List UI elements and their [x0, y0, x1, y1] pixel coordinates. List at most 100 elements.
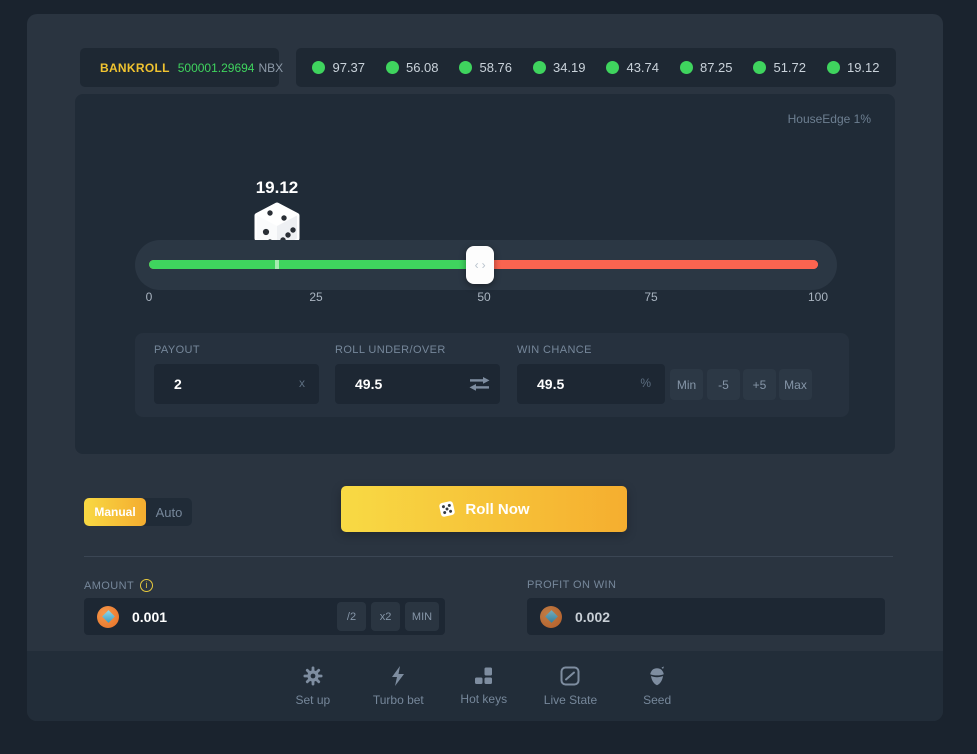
slider-lose-zone: [480, 260, 818, 269]
profit-label-row: PROFIT ON WIN: [527, 579, 616, 591]
win-chance-field: %: [517, 364, 665, 404]
roll-win-dot-icon: [753, 61, 766, 74]
roll-now-label: Roll Now: [465, 501, 529, 518]
chevron-right-icon: [479, 258, 486, 272]
roll-value: 43.74: [626, 60, 659, 75]
profit-on-win-value: 0.002: [575, 609, 610, 625]
last-result-value: 19.12: [256, 178, 299, 198]
footer-item-label: Hot keys: [460, 692, 507, 706]
coin-gem-icon: [102, 610, 115, 623]
roll-history-item[interactable]: 34.19: [523, 60, 597, 75]
coin-gem-icon: [545, 610, 558, 623]
manual-mode-button[interactable]: Manual: [84, 498, 146, 526]
roll-history-item[interactable]: 87.25: [670, 60, 744, 75]
house-edge-label: HouseEdge 1%: [788, 112, 871, 126]
roll-win-dot-icon: [606, 61, 619, 74]
footer-item-label: Turbo bet: [373, 693, 424, 707]
game-panel: HouseEdge 1% 19.12: [75, 94, 895, 454]
roll-history-item[interactable]: 58.76: [449, 60, 523, 75]
footer-item-label: Set up: [295, 693, 330, 707]
win-chance-max-button[interactable]: Max: [779, 369, 812, 400]
roll-win-dot-icon: [827, 61, 840, 74]
roll-history-bar: 97.37 56.08 58.76 34.19 43.74 87.25 51.7…: [296, 48, 896, 87]
info-icon[interactable]: i: [140, 579, 153, 592]
auto-mode-button[interactable]: Auto: [146, 505, 192, 520]
amount-label-row: AMOUNT i: [84, 579, 153, 592]
swap-under-over-icon[interactable]: [469, 377, 490, 396]
roll-now-button[interactable]: Roll Now: [341, 486, 627, 532]
footer-item-label: Seed: [643, 693, 671, 707]
payout-suffix: x: [299, 376, 305, 390]
bet-params-panel: PAYOUT ROLL UNDER/OVER WIN CHANCE x: [135, 333, 849, 417]
scale-tick-100: 100: [808, 290, 828, 304]
scale-tick-0: 0: [146, 290, 153, 304]
amount-label: AMOUNT: [84, 580, 134, 592]
scale-tick-50: 50: [477, 290, 490, 304]
coin-icon: [540, 606, 562, 628]
roll-value: 19.12: [847, 60, 880, 75]
footer-item-hot-keys[interactable]: Hot keys: [460, 667, 508, 706]
footer-item-setup[interactable]: Set up: [289, 666, 337, 707]
roll-value: 51.72: [773, 60, 806, 75]
payout-input[interactable]: [174, 364, 290, 404]
bankroll-currency: NBX: [258, 61, 283, 75]
section-divider: [84, 556, 893, 557]
footer-item-live-state[interactable]: Live State: [544, 666, 597, 707]
win-chance-suffix: %: [640, 376, 651, 390]
roll-win-dot-icon: [533, 61, 546, 74]
scale-tick-75: 75: [644, 290, 657, 304]
amount-half-button[interactable]: /2: [337, 602, 366, 631]
bankroll-pill: BANKROLL 500001.29694 NBX: [80, 48, 279, 87]
gear-icon: [303, 666, 323, 686]
amount-input[interactable]: [132, 609, 282, 625]
roll-win-dot-icon: [386, 61, 399, 74]
roll-slider: [135, 240, 837, 290]
roll-value: 97.37: [332, 60, 365, 75]
payout-field: x: [154, 364, 319, 404]
roll-under-over-field: [335, 364, 500, 404]
roll-history-item[interactable]: 19.12: [817, 60, 891, 75]
coin-icon: [97, 606, 119, 628]
win-chance-input[interactable]: [537, 364, 641, 404]
roll-value: 87.25: [700, 60, 733, 75]
roll-under-over-input[interactable]: [355, 364, 471, 404]
slider-win-zone: [149, 260, 480, 269]
footer-item-turbo-bet[interactable]: Turbo bet: [373, 666, 424, 707]
seed-icon: [648, 666, 666, 686]
lightning-icon: [391, 666, 405, 686]
roll-win-dot-icon: [680, 61, 693, 74]
payout-label: PAYOUT: [154, 344, 200, 356]
profit-on-win-label: PROFIT ON WIN: [527, 579, 616, 591]
win-chance-minus5-button[interactable]: -5: [707, 369, 740, 400]
roll-value: 34.19: [553, 60, 586, 75]
keyboard-keys-icon: [474, 667, 493, 685]
roll-history-item[interactable]: 43.74: [596, 60, 670, 75]
win-chance-min-button[interactable]: Min: [670, 369, 703, 400]
win-chance-plus5-button[interactable]: +5: [743, 369, 776, 400]
amount-min-button[interactable]: MIN: [405, 602, 439, 631]
bet-mode-toggle: Manual Auto: [84, 498, 192, 526]
dice-game-page: BANKROLL 500001.29694 NBX 97.37 56.08 58…: [0, 0, 977, 754]
roll-value: 56.08: [406, 60, 439, 75]
profit-on-win-field: 0.002: [527, 598, 885, 635]
bankroll-value: 500001.29694: [178, 61, 255, 75]
footer-item-seed[interactable]: Seed: [633, 666, 681, 707]
roll-history-item[interactable]: 56.08: [376, 60, 450, 75]
footer-item-label: Live State: [544, 693, 597, 707]
bankroll-label: BANKROLL: [100, 61, 170, 75]
roll-history-item[interactable]: 97.37: [302, 60, 376, 75]
scale-tick-25: 25: [309, 290, 322, 304]
roll-win-dot-icon: [312, 61, 325, 74]
roll-value: 58.76: [479, 60, 512, 75]
footer-toolbar: Set up Turbo bet Hot keys Live S: [27, 651, 943, 721]
roll-history-item[interactable]: 51.72: [743, 60, 817, 75]
amount-double-button[interactable]: x2: [371, 602, 400, 631]
live-chart-icon: [560, 666, 580, 686]
roll-under-over-label: ROLL UNDER/OVER: [335, 344, 446, 356]
result-tick-marker: [275, 260, 279, 269]
slider-track[interactable]: [149, 260, 818, 269]
slider-handle[interactable]: [466, 246, 494, 284]
amount-field: /2 x2 MIN: [84, 598, 445, 635]
dice-button-icon: [438, 500, 456, 518]
win-chance-label: WIN CHANCE: [517, 344, 592, 356]
